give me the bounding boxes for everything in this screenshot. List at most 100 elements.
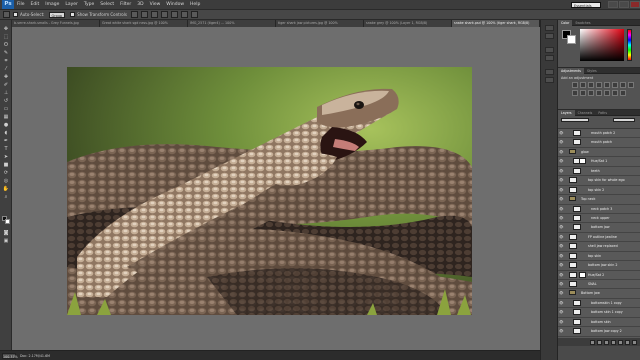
align-top-icon[interactable] (130, 11, 138, 18)
layer-mask-thumbnail[interactable] (579, 271, 586, 278)
visibility-eye-icon[interactable]: 👁 (559, 188, 563, 192)
tab-color[interactable]: Color (558, 19, 573, 26)
document-tab[interactable]: Great white shark sgd ness.jpg @ 100% (100, 20, 188, 27)
gradient-map-icon[interactable] (612, 90, 618, 96)
marquee-tool-icon[interactable]: ⬚ (2, 34, 10, 40)
layer-row[interactable]: 👁 bottom jaw copy 2 (558, 327, 640, 337)
brush-panel-icon[interactable] (545, 69, 554, 75)
tab-layers[interactable]: Layers (558, 109, 575, 116)
opacity-field[interactable] (613, 118, 635, 122)
selective-color-icon[interactable] (620, 90, 626, 96)
visibility-eye-icon[interactable]: 👁 (559, 178, 563, 182)
eraser-tool-icon[interactable]: ▭ (2, 106, 10, 112)
document-tab-active[interactable]: snake shark.psd @ 100% (tiger shark, RGB… (452, 20, 540, 27)
menu-edit[interactable]: Edit (31, 2, 40, 7)
new-group-icon[interactable] (618, 339, 623, 345)
screen-mode-icon[interactable]: ▣ (2, 238, 10, 244)
tab-adjustments[interactable]: Adjustments (558, 67, 584, 74)
visibility-eye-icon[interactable]: 👁 (559, 263, 563, 267)
exposure-icon[interactable] (596, 82, 602, 88)
quick-mask-icon[interactable]: ◙ (2, 230, 10, 236)
move-tool-icon[interactable] (3, 11, 10, 18)
layer-row[interactable]: 👁 FP outline jawline (558, 232, 640, 243)
layer-row[interactable]: 👁 shell jaw replaced (558, 242, 640, 252)
eyedropper-tool-icon[interactable]: ⁄ (2, 66, 10, 72)
layer-row[interactable]: 👁 bottom skin (558, 317, 640, 328)
minimize-button[interactable] (608, 1, 618, 8)
visibility-eye-icon[interactable]: 👁 (559, 225, 563, 229)
tab-styles[interactable]: Styles (584, 68, 600, 74)
layer-row[interactable]: 👁 mouth patch 2 (558, 129, 640, 139)
add-mask-icon[interactable] (604, 339, 609, 345)
dodge-tool-icon[interactable]: ◖ (2, 130, 10, 136)
layer-row[interactable]: 👁 bottom skin 1 copy (558, 308, 640, 318)
gradient-tool-icon[interactable]: ▦ (2, 114, 10, 120)
visibility-eye-icon[interactable]: 👁 (559, 216, 563, 220)
layer-group-row[interactable]: 👁 glow (558, 147, 640, 158)
visibility-eye-icon[interactable]: 👁 (559, 235, 563, 239)
menu-type[interactable]: Type (84, 2, 94, 7)
layer-row[interactable]: 👁 mouth patch (558, 138, 640, 148)
visibility-eye-icon[interactable]: 👁 (559, 310, 563, 314)
lasso-tool-icon[interactable]: ʘ (2, 42, 10, 48)
layer-row[interactable]: 👁 top skin (558, 251, 640, 262)
document-tab[interactable]: b-verre-shark-smalls - Grey Funnels.jpg (12, 20, 100, 27)
visibility-eye-icon[interactable]: 👁 (559, 197, 563, 201)
channel-mixer-icon[interactable] (580, 90, 586, 96)
path-select-tool-icon[interactable]: ➤ (2, 154, 10, 160)
zoom-tool-icon[interactable]: ⌕ (2, 194, 10, 200)
color-panel-background[interactable] (567, 35, 576, 44)
visibility-eye-icon[interactable]: 👁 (559, 282, 563, 286)
brightness-contrast-icon[interactable] (572, 82, 578, 88)
visibility-eye-icon[interactable]: 👁 (559, 150, 563, 154)
snake-photo-canvas[interactable] (67, 67, 472, 315)
invert-icon[interactable] (588, 90, 594, 96)
hand-tool-icon[interactable]: ✋ (2, 186, 10, 192)
clone-stamp-tool-icon[interactable]: ⊥ (2, 90, 10, 96)
canvas-area[interactable] (12, 27, 540, 350)
distribute-icon[interactable] (190, 11, 198, 18)
document-tab[interactable]: snake grey @ 100% (Layer 1, RGB/8) (364, 20, 452, 27)
type-tool-icon[interactable]: T (2, 146, 10, 152)
tab-channels[interactable]: Channels (575, 110, 596, 116)
visibility-eye-icon[interactable]: 👁 (559, 159, 563, 163)
color-balance-icon[interactable] (620, 82, 626, 88)
shape-tool-icon[interactable]: ■ (2, 162, 10, 168)
visibility-eye-icon[interactable]: 👁 (559, 273, 563, 277)
align-center-icon[interactable] (170, 11, 178, 18)
layer-row[interactable]: 👁 Hue/Sat 1 (558, 157, 640, 167)
layer-mask-thumbnail[interactable] (579, 158, 586, 165)
zoom-level-field[interactable]: 100.37% (2, 352, 18, 359)
visibility-eye-icon[interactable]: 👁 (559, 131, 563, 135)
photo-filter-icon[interactable] (572, 90, 578, 96)
show-transform-checkbox[interactable] (70, 12, 76, 17)
document-tab[interactable]: IMG_2571 (tiger4) ... 100% (188, 20, 276, 27)
link-layers-icon[interactable] (590, 339, 595, 345)
visibility-eye-icon[interactable]: 👁 (559, 244, 563, 248)
healing-brush-tool-icon[interactable]: ✚ (2, 74, 10, 80)
hue-slider[interactable] (627, 29, 632, 61)
visibility-eye-icon[interactable]: 👁 (559, 329, 563, 333)
layer-row[interactable]: 👁 Hue/Sat 2 (558, 270, 640, 280)
layer-row[interactable]: 👁 bottom jaw (558, 223, 640, 233)
layer-row[interactable]: 👁 bottom jaw skin 2 (558, 261, 640, 271)
visibility-eye-icon[interactable]: 👁 (559, 140, 563, 144)
menu-file[interactable]: File (17, 2, 25, 7)
menu-layer[interactable]: Layer (65, 2, 78, 7)
layer-group-row[interactable]: 👁 Bottom jaw (558, 289, 640, 299)
color-picker-field[interactable] (580, 29, 624, 61)
workspace-select[interactable]: Essentials (571, 1, 601, 8)
auto-select-checkbox[interactable] (13, 12, 18, 17)
3d-rotate-tool-icon[interactable]: ⟳ (2, 170, 10, 176)
layer-row[interactable]: 👁 neck patch 3 (558, 204, 640, 214)
menu-window[interactable]: Window (166, 2, 184, 7)
layer-row[interactable]: 👁 teeth (558, 166, 640, 177)
actions-panel-icon[interactable] (545, 33, 554, 39)
layer-row[interactable]: 👁 top skin for whole ego (558, 176, 640, 186)
new-adjustment-icon[interactable] (611, 339, 616, 345)
clone-source-panel-icon[interactable] (545, 77, 554, 83)
brush-tool-icon[interactable]: ✐ (2, 82, 10, 88)
menu-help[interactable]: Help (190, 2, 200, 7)
tab-paths[interactable]: Paths (595, 110, 610, 116)
visibility-eye-icon[interactable]: 👁 (559, 320, 563, 324)
